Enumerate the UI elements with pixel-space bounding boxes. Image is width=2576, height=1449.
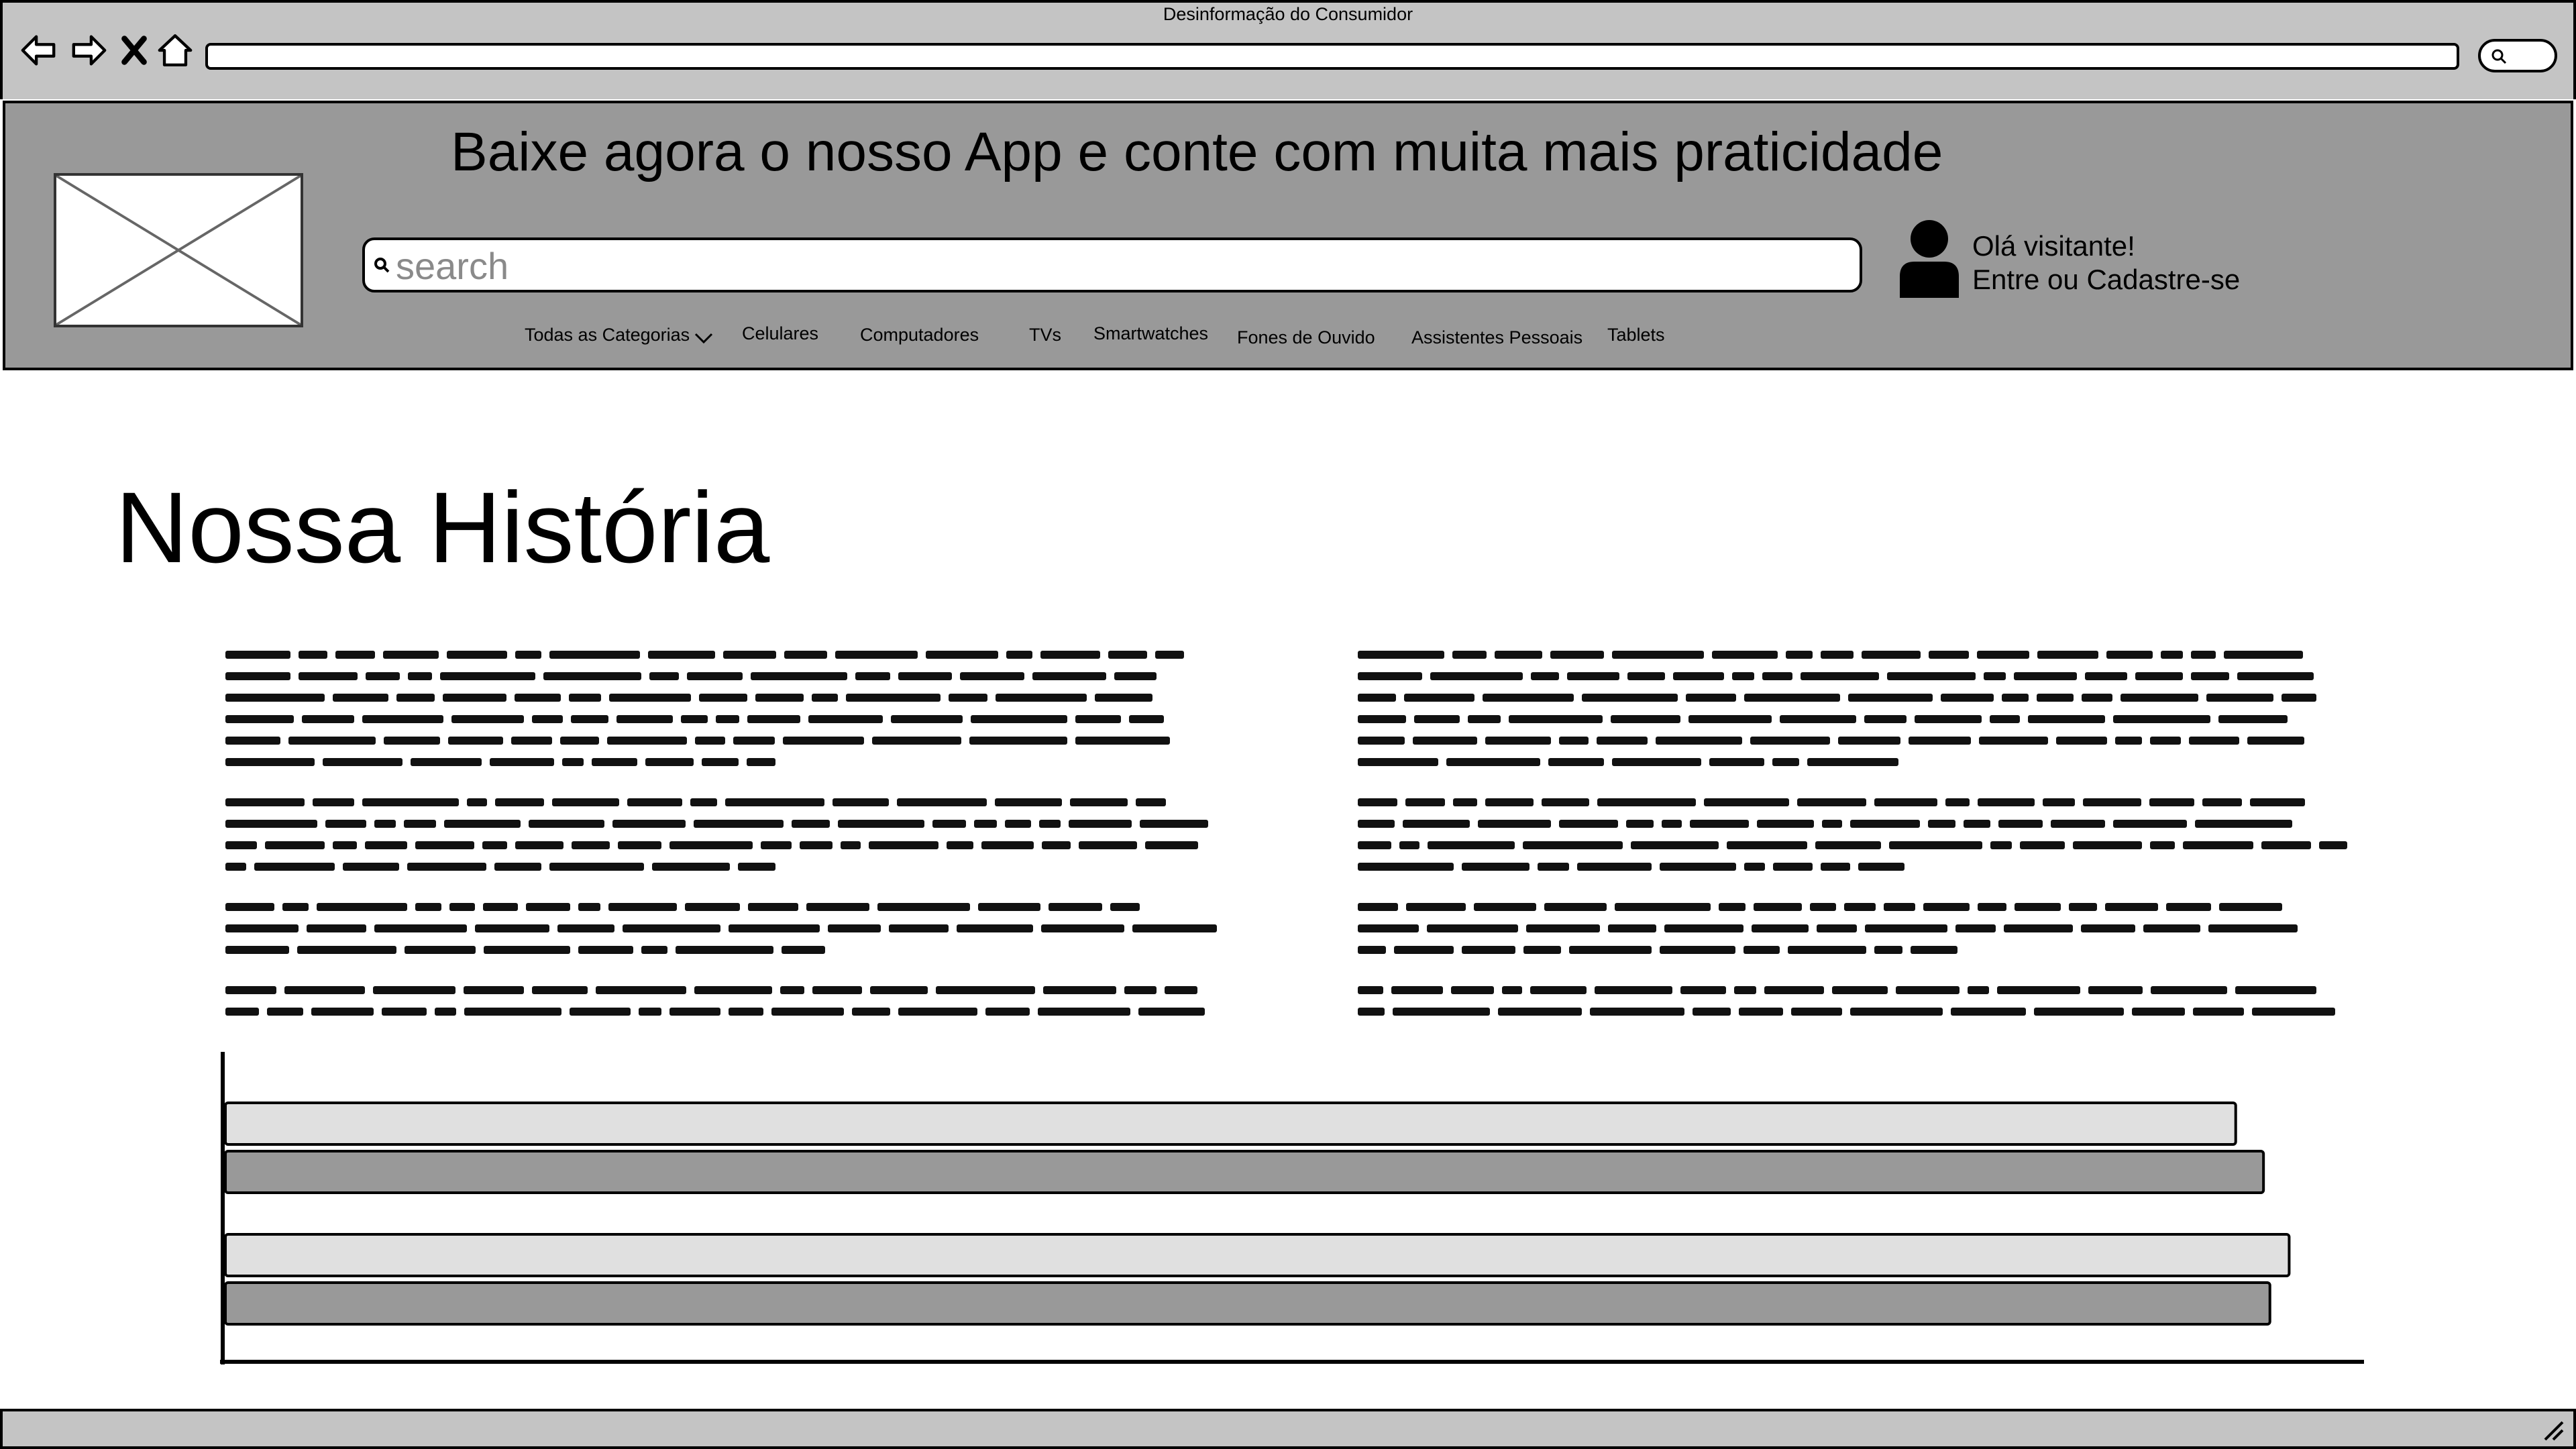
placeholder-text-line: [1358, 839, 2364, 853]
placeholder-paragraph: [225, 983, 1232, 1020]
nav-item-tablets[interactable]: Tablets: [1607, 325, 1665, 345]
forward-arrow-icon: [72, 35, 107, 66]
placeholder-text-line: [225, 900, 1232, 915]
placeholder-text-line: [1358, 900, 2364, 915]
placeholder-text-line: [1358, 860, 2364, 875]
browser-status-bar: [0, 1409, 2576, 1449]
placeholder-text-line: [225, 860, 1232, 875]
nav-item-fones-de-ouvido[interactable]: Fones de Ouvido: [1237, 327, 1375, 348]
nav-all-categories[interactable]: Todas as Categorias: [525, 325, 714, 345]
placeholder-text-line: [1358, 922, 2364, 936]
placeholder-text-line: [1358, 983, 2364, 998]
forward-button[interactable]: [66, 28, 113, 72]
window-title: Desinformação do Consumidor: [1163, 4, 1413, 24]
chart-bar-1-1: [224, 1102, 2237, 1146]
stop-button[interactable]: [113, 28, 156, 72]
placeholder-text-line: [225, 1005, 1232, 1020]
search-icon: [374, 258, 390, 273]
login-register-link[interactable]: Entre ou Cadastre-se: [1972, 263, 2240, 297]
chevron-down-icon: [695, 333, 713, 343]
back-arrow-icon: [21, 35, 56, 66]
page-title: Nossa História: [115, 471, 770, 584]
chart-bar-2-2: [224, 1281, 2271, 1326]
nav-item-tvs[interactable]: TVs: [1029, 325, 1061, 345]
address-bar[interactable]: [205, 43, 2459, 70]
placeholder-paragraph: [225, 648, 1232, 770]
placeholder-paragraph: [1358, 648, 2364, 770]
home-button[interactable]: [152, 28, 199, 72]
placeholder-text-line: [1358, 712, 2364, 727]
placeholder-text-line: [1358, 1005, 2364, 1020]
nav-item-computadores[interactable]: Computadores: [860, 325, 979, 345]
placeholder-text-line: [1358, 943, 2364, 958]
placeholder-text-line: [1358, 669, 2364, 684]
placeholder-paragraph: [225, 796, 1232, 875]
stop-icon: [121, 36, 147, 65]
placeholder-text-line: [1358, 796, 2364, 810]
placeholder-paragraph: [1358, 796, 2364, 875]
chart-bar-1-2: [224, 1150, 2265, 1194]
back-button[interactable]: [15, 28, 62, 72]
text-column-right: [1358, 648, 2364, 1045]
nav-item-assistentes-pessoais[interactable]: Assistentes Pessoais: [1411, 327, 1582, 348]
login-greeting[interactable]: Olá visitante! Entre ou Cadastre-se: [1972, 229, 2240, 297]
placeholder-paragraph: [1358, 900, 2364, 958]
placeholder-text-line: [225, 755, 1232, 770]
resize-grip-icon[interactable]: [2540, 1417, 2567, 1444]
placeholder-text-line: [225, 943, 1232, 958]
image-placeholder-icon: [56, 176, 301, 325]
user-avatar-icon[interactable]: [1897, 219, 1962, 298]
placeholder-text-line: [225, 648, 1232, 663]
app-download-banner: Baixe agora o nosso App e conte com muit…: [451, 121, 1943, 182]
chart-bar-2-1: [224, 1233, 2291, 1277]
placeholder-text-line: [225, 817, 1232, 832]
placeholder-text-line: [225, 796, 1232, 810]
nav-all-categories-label: Todas as Categorias: [525, 325, 690, 345]
placeholder-text-line: [1358, 817, 2364, 832]
browser-search-field[interactable]: [2478, 39, 2557, 72]
search-icon: [2491, 49, 2507, 64]
placeholder-text-line: [225, 922, 1232, 936]
placeholder-text-line: [225, 734, 1232, 749]
placeholder-text-line: [225, 669, 1232, 684]
placeholder-text-line: [225, 839, 1232, 853]
placeholder-text-line: [225, 983, 1232, 998]
placeholder-paragraph: [1358, 983, 2364, 1020]
placeholder-text-line: [1358, 691, 2364, 706]
text-column-left: [225, 648, 1232, 1045]
bar-chart: [220, 1052, 2364, 1367]
home-icon: [158, 34, 193, 66]
placeholder-text-line: [225, 691, 1232, 706]
greeting-text: Olá visitante!: [1972, 230, 2135, 262]
nav-item-celulares[interactable]: Celulares: [742, 323, 818, 344]
placeholder-text-line: [1358, 734, 2364, 749]
logo-image-placeholder[interactable]: [54, 173, 303, 327]
chart-canvas: [220, 1052, 2364, 1364]
placeholder-text-line: [1358, 755, 2364, 770]
placeholder-text-line: [225, 712, 1232, 727]
site-search-box[interactable]: [362, 237, 1862, 292]
placeholder-text-line: [1358, 648, 2364, 663]
nav-item-smartwatches[interactable]: Smartwatches: [1093, 323, 1208, 344]
placeholder-paragraph: [225, 900, 1232, 958]
search-input[interactable]: [394, 244, 1839, 287]
